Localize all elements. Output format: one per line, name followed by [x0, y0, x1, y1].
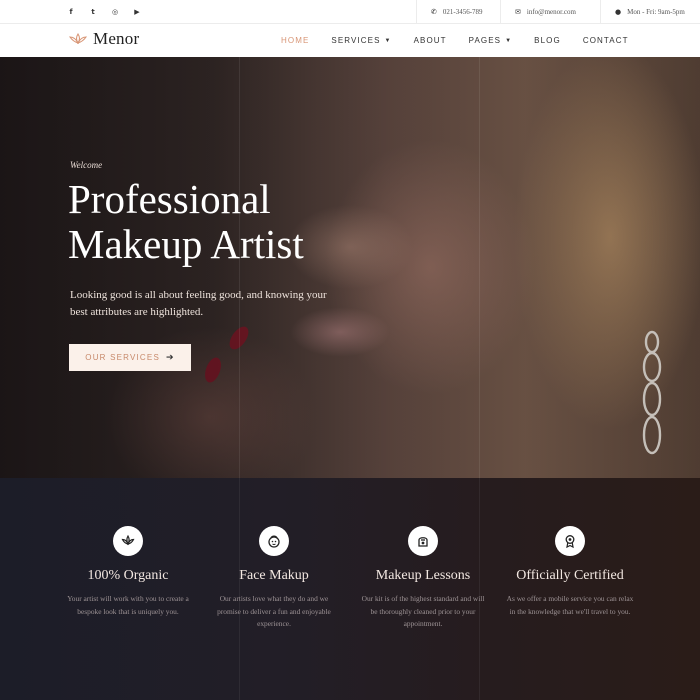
facebook-icon[interactable]: f	[66, 7, 76, 17]
hero-title-line-1: Professional	[68, 176, 271, 222]
nav-contact[interactable]: CONTACT	[583, 36, 629, 45]
chevron-down-icon: ▼	[384, 37, 392, 44]
our-services-label: OUR SERVICES	[85, 353, 160, 362]
hero-divider	[479, 57, 480, 478]
email-contact[interactable]: ✉ info@menor.com	[500, 0, 600, 24]
features-divider	[479, 478, 480, 700]
nav-menu: HOME SERVICES ▼ ABOUT PAGES ▼ BLOG CONTACT	[281, 24, 651, 57]
hero-overlay	[0, 57, 700, 478]
nav-pages-label: PAGES	[468, 36, 502, 45]
twitter-icon[interactable]: t	[88, 7, 98, 17]
contact-info: ✆ 021-3456-789 ✉ info@menor.com ● Mon - …	[416, 0, 700, 24]
feature-title: Face Makup	[239, 568, 309, 583]
hero-title: Professional Makeup Artist	[68, 177, 388, 267]
hours-contact: ● Mon - Fri: 9am-5pm	[600, 0, 700, 24]
feature-icon-circle	[555, 526, 585, 556]
face-icon	[268, 535, 280, 548]
nav-services[interactable]: SERVICES ▼	[331, 36, 391, 45]
phone-icon: ✆	[431, 8, 437, 16]
hours-text: Mon - Fri: 9am-5pm	[627, 8, 685, 16]
feature-title: 100% Organic	[87, 568, 169, 583]
nav-about-label: ABOUT	[413, 36, 447, 45]
feature-icon-circle	[113, 526, 143, 556]
youtube-icon[interactable]: ▶	[132, 7, 142, 17]
nav-blog[interactable]: BLOG	[534, 36, 561, 45]
features-section: 100% Organic Your artist will work with …	[0, 478, 700, 700]
feature-text: Our artists love what they do and we pro…	[217, 594, 331, 628]
social-links: f t ◎ ▶	[66, 0, 142, 24]
feature-text: As we offer a mobile service you can rel…	[506, 594, 634, 616]
nav-blog-label: BLOG	[534, 36, 561, 45]
makeup-kit-icon	[418, 537, 428, 547]
nav-services-label: SERVICES	[331, 36, 381, 45]
hero-welcome: Welcome	[70, 160, 103, 170]
clock-icon: ●	[615, 8, 622, 16]
phone-contact[interactable]: ✆ 021-3456-789	[416, 0, 500, 24]
hero-banner: Welcome Professional Makeup Artist Looki…	[0, 57, 700, 478]
chevron-down-icon: ▼	[505, 37, 513, 44]
hero-title-line-2: Makeup Artist	[68, 221, 304, 267]
lotus-logo-icon	[68, 33, 88, 44]
our-services-button[interactable]: OUR SERVICES ➔	[69, 344, 191, 371]
feature-title: Officially Certified	[516, 568, 624, 583]
feature-text: Your artist will work with you to create…	[67, 594, 189, 616]
lotus-icon	[121, 534, 135, 546]
email-text: info@menor.com	[526, 8, 576, 16]
nav-contact-label: CONTACT	[582, 36, 629, 45]
nav-pages[interactable]: PAGES ▼	[469, 36, 513, 45]
certificate-icon	[565, 535, 575, 549]
feature-text: Our kit is of the highest standard and w…	[361, 594, 485, 628]
instagram-icon[interactable]: ◎	[110, 7, 120, 17]
hero-divider	[239, 57, 240, 478]
mail-icon: ✉	[515, 8, 521, 16]
arrow-right-icon: ➔	[165, 352, 175, 363]
feature-title: Makeup Lessons	[375, 568, 471, 583]
feature-icon-circle	[408, 526, 438, 556]
nav-home[interactable]: HOME	[281, 36, 309, 45]
brand-logo[interactable]: Menor	[68, 29, 139, 49]
brand-name: Menor	[93, 29, 140, 48]
features-divider	[239, 478, 240, 700]
hero-subtitle: Looking good is all about feeling good, …	[70, 289, 327, 318]
phone-text: 021-3456-789	[442, 8, 483, 16]
nav-about[interactable]: ABOUT	[414, 36, 447, 45]
main-navbar: Menor HOME SERVICES ▼ ABOUT PAGES ▼ BLOG C…	[0, 24, 700, 57]
nav-home-label: HOME	[281, 36, 310, 45]
feature-icon-circle	[259, 526, 289, 556]
top-bar: f t ◎ ▶ ✆ 021-3456-789 ✉ info@menor.com …	[0, 0, 700, 24]
